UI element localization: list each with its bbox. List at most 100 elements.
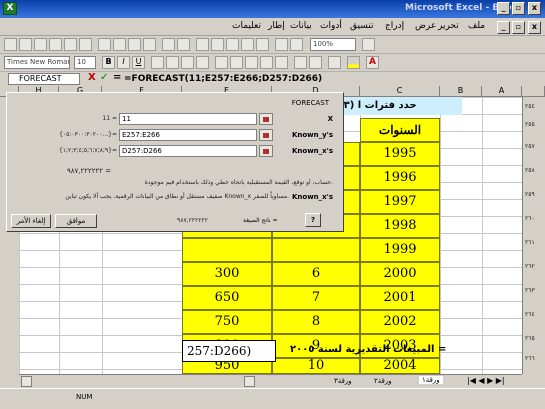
minimize-button[interactable]: _ xyxy=(497,2,510,15)
column-header-c[interactable]: C xyxy=(360,86,440,97)
zoom-select[interactable]: 100% xyxy=(310,38,356,51)
fill-color-icon[interactable] xyxy=(347,56,360,69)
arg-input-known-x[interactable]: D257:D266 xyxy=(119,145,257,157)
year-cell[interactable]: 2002 xyxy=(360,310,440,334)
ok-button[interactable]: موافق xyxy=(55,214,97,228)
collapse-dialog-icon[interactable] xyxy=(259,113,273,125)
menu-edit[interactable]: تحرير xyxy=(438,21,459,31)
merge-center-icon[interactable] xyxy=(196,56,209,69)
excel-app-icon[interactable]: X xyxy=(3,2,17,15)
currency-icon[interactable] xyxy=(215,56,228,69)
tab-navigation-icons[interactable]: |◀ ◀ ▶ ▶| xyxy=(467,376,505,385)
help-button[interactable]: ? xyxy=(305,213,321,227)
sales-cell[interactable] xyxy=(182,238,272,262)
chart-wizard-icon[interactable] xyxy=(275,38,288,51)
cancel-formula-button[interactable]: X xyxy=(88,72,96,83)
align-center-icon[interactable] xyxy=(166,56,179,69)
autosum-icon[interactable] xyxy=(211,38,224,51)
year-cell[interactable]: 1998 xyxy=(360,214,440,238)
save-icon[interactable] xyxy=(34,38,47,51)
font-size-select[interactable]: 10 xyxy=(74,56,96,69)
year-cell[interactable]: 1999 xyxy=(360,238,440,262)
year-cell[interactable]: 1997 xyxy=(360,190,440,214)
year-cell[interactable]: 2001 xyxy=(360,286,440,310)
menu-help[interactable]: تعليمات xyxy=(232,21,261,31)
print-icon[interactable] xyxy=(49,38,62,51)
paste-icon[interactable] xyxy=(128,38,141,51)
menu-insert[interactable]: إدراج xyxy=(385,21,404,31)
underline-icon[interactable]: U xyxy=(132,56,145,69)
enter-formula-button[interactable]: ✓ xyxy=(100,72,108,83)
menu-format[interactable]: تنسيق xyxy=(350,21,373,31)
forecast-result-cell[interactable]: 257:D266) xyxy=(182,340,276,362)
x-cell[interactable]: 7 xyxy=(272,286,360,310)
cut-icon[interactable] xyxy=(98,38,111,51)
doc-minimize-button[interactable]: _ xyxy=(497,21,510,34)
sales-cell[interactable]: 750 xyxy=(182,310,272,334)
decrease-decimal-icon[interactable] xyxy=(275,56,288,69)
year-cell[interactable]: 1995 xyxy=(360,142,440,166)
format-painter-icon[interactable] xyxy=(143,38,156,51)
increase-decimal-icon[interactable] xyxy=(260,56,273,69)
increase-indent-icon[interactable] xyxy=(309,56,322,69)
row-headers[interactable]: ٢٥٤ ٢٥٥ ٢٥٧ ٢٥٨ ٢٥٩ ٢٦٠ ٢٦١ ٢٦٢ ٢٦٣ ٢٦٤ ٢٦٥ ٢٦٦ xyxy=(522,97,545,374)
year-cell[interactable]: 2004 xyxy=(360,358,440,374)
horizontal-scrollbar[interactable]: ورقة٣ ورقة٢ ورقة١ |◀ ◀ ▶ ▶| xyxy=(19,374,522,388)
borders-icon[interactable] xyxy=(328,56,341,69)
arg-input-known-y[interactable]: E257:E266 xyxy=(119,129,257,141)
decrease-indent-icon[interactable] xyxy=(294,56,307,69)
column-header-a[interactable]: A xyxy=(482,86,522,97)
align-right-icon[interactable] xyxy=(181,56,194,69)
collapse-dialog-icon[interactable] xyxy=(259,129,273,141)
equals-button[interactable]: = xyxy=(113,72,121,83)
scroll-right-icon[interactable] xyxy=(244,376,255,387)
bold-icon[interactable]: B xyxy=(102,56,115,69)
drawing-icon[interactable] xyxy=(290,38,303,51)
sales-cell[interactable]: 300 xyxy=(182,262,272,286)
sheet-tab-3[interactable]: ورقة٣ xyxy=(334,377,352,385)
sheet-tab-2[interactable]: ورقة٢ xyxy=(374,377,392,385)
hyperlink-icon[interactable] xyxy=(196,38,209,51)
menu-view[interactable]: عرض xyxy=(415,21,436,31)
sales-cell[interactable]: 650 xyxy=(182,286,272,310)
open-icon[interactable] xyxy=(19,38,32,51)
menu-file[interactable]: ملف xyxy=(468,21,485,31)
close-button[interactable]: x xyxy=(528,2,541,15)
menu-data[interactable]: بيانات xyxy=(290,21,312,31)
doc-close-button[interactable]: x xyxy=(528,21,541,34)
help-icon[interactable] xyxy=(362,38,375,51)
name-box[interactable]: FORECAST xyxy=(8,73,80,85)
font-name-select[interactable]: Times New Roman xyxy=(4,56,70,69)
align-left-icon[interactable] xyxy=(151,56,164,69)
x-cell[interactable]: 10 xyxy=(272,358,360,374)
sheet-tab-1[interactable]: ورقة١ xyxy=(419,376,443,384)
cancel-button[interactable]: إلغاء الأمر xyxy=(11,214,51,228)
section-title-cell[interactable]: (٣) حدد فترات ا xyxy=(325,97,462,115)
x-cell[interactable]: 8 xyxy=(272,310,360,334)
years-header-cell[interactable]: السنوات xyxy=(360,118,440,142)
collapse-dialog-icon[interactable] xyxy=(259,145,273,157)
menu-window[interactable]: إطار xyxy=(268,21,285,31)
scroll-left-icon[interactable] xyxy=(21,376,32,387)
arg-input-x[interactable]: 11 xyxy=(119,113,257,125)
sort-desc-icon[interactable] xyxy=(256,38,269,51)
formula-input[interactable]: =FORECAST(11;E257:E266;D257:D266) xyxy=(124,73,322,85)
spelling-icon[interactable] xyxy=(79,38,92,51)
italic-icon[interactable]: I xyxy=(117,56,130,69)
font-color-icon[interactable]: A xyxy=(366,56,379,69)
x-cell[interactable] xyxy=(272,238,360,262)
menu-tools[interactable]: أدوات xyxy=(320,21,342,31)
undo-icon[interactable] xyxy=(162,38,175,51)
doc-restore-button[interactable]: ▫ xyxy=(512,21,525,34)
column-header-b[interactable]: B xyxy=(440,86,482,97)
comma-icon[interactable] xyxy=(245,56,258,69)
year-cell[interactable]: 1996 xyxy=(360,166,440,190)
new-icon[interactable] xyxy=(4,38,17,51)
function-icon[interactable] xyxy=(226,38,239,51)
x-cell[interactable]: 6 xyxy=(272,262,360,286)
year-cell[interactable]: 2000 xyxy=(360,262,440,286)
redo-icon[interactable] xyxy=(177,38,190,51)
percent-icon[interactable] xyxy=(230,56,243,69)
sort-asc-icon[interactable] xyxy=(241,38,254,51)
preview-icon[interactable] xyxy=(64,38,77,51)
